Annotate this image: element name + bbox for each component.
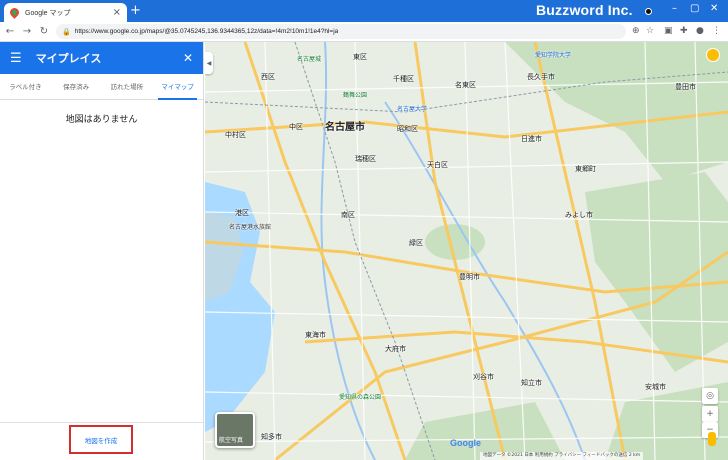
map-label-showa: 昭和区 [397,125,418,133]
map-label-chita: 知多市 [261,433,282,441]
map-label-higashi: 東区 [353,53,367,61]
reload-button[interactable]: ↻ [37,26,51,37]
extension-icon[interactable]: ▣ [664,26,673,36]
new-tab-button[interactable]: + [130,4,141,18]
map-label-anjo: 安城市 [645,383,666,391]
map-label-tenpaku: 天白区 [427,161,448,169]
map-label-aichi-univ: 愛知学院大学 [535,52,572,59]
empty-maps-message: 地図はありません [65,115,138,125]
map-label-nagoya: 名古屋市 [325,122,365,133]
panel-title: マイプレイス [35,52,102,65]
profile-dot-icon [645,8,652,15]
map-label-midori: 緑区 [409,239,423,247]
forward-button[interactable]: → [20,26,34,37]
map-label-toyota: 豊田市 [675,83,696,91]
tab-title: Google マップ [25,9,71,17]
aerial-view-label: 航空写真 [219,437,244,444]
tab-my-maps[interactable]: マイマップ [152,74,203,100]
panel-tabs: ラベル付き 保存済み 訪れた場所 マイマップ [0,74,203,100]
map-label-kyoritsu: 愛知県の森公園 [339,394,382,401]
tab-visited[interactable]: 訪れた場所 [102,74,153,99]
browser-titlebar: Google マップ × + Buzzword Inc. – ▢ ✕ [0,0,728,22]
hamburger-menu-icon[interactable]: ☰ [10,51,22,66]
browser-tab[interactable]: Google マップ × [4,3,127,22]
browser-menu-icon[interactable]: ⋮ [712,26,721,36]
map-label-nissin: 日進市 [521,135,542,143]
browser-toolbar: ← → ↻ 🔒 https://www.google.co.jp/maps/@3… [0,22,728,42]
map-canvas[interactable]: ◀ 名古屋市 名古屋城 鶴舞公園 東区 千種区 名東区 西区 中村区 中区 昭和… [205,42,728,460]
map-label-chikusa: 千種区 [393,75,414,83]
map-label-tokai: 東海市 [305,331,326,339]
map-label-nishi: 西区 [261,73,275,81]
maximize-button[interactable]: ▢ [690,3,699,14]
map-label-toyoake: 豊明市 [459,273,480,281]
map-label-nagoya-univ: 名古屋大学 [397,106,428,113]
map-label-chiryu: 知立市 [521,379,542,387]
map-label-tsurumai: 鶴舞公園 [343,92,368,99]
tab-close-icon[interactable]: × [113,7,121,18]
map-label-obu: 大府市 [385,345,406,353]
lock-icon: 🔒 [62,27,71,36]
map-graphics [205,42,728,460]
map-label-meito: 名東区 [455,81,476,89]
map-label-aquarium: 名古屋港水族館 [229,224,272,231]
map-label-mizuho: 瑞穂区 [355,155,376,163]
tab-labeled[interactable]: ラベル付き [0,74,51,99]
zoom-in-button[interactable]: + [702,406,718,422]
share-icon[interactable]: ⊕ [632,26,640,36]
map-label-nakamura: 中村区 [225,131,246,139]
google-logo: Google [450,438,481,448]
create-map-button[interactable]: 地図を作成 [69,425,133,454]
tab-saved[interactable]: 保存済み [51,74,102,99]
aerial-view-toggle[interactable]: 航空写真 [215,412,255,448]
map-label-naka: 中区 [289,123,303,131]
map-label-togo: 東郷町 [575,165,596,173]
map-label-miyoshi: みよし市 [565,211,593,219]
collapse-panel-button[interactable]: ◀ [205,52,213,74]
map-label-kariya: 刈谷市 [473,373,494,381]
map-label-minato: 港区 [235,209,249,217]
profile-icon[interactable]: ● [696,26,704,36]
address-bar[interactable]: 🔒 https://www.google.co.jp/maps/@35.0745… [56,24,626,39]
minimize-button[interactable]: – [672,3,677,14]
url-text: https://www.google.co.jp/maps/@35.074524… [74,28,339,35]
my-location-button[interactable]: ◎ [702,388,718,404]
back-button[interactable]: ← [3,26,17,37]
my-places-panel: ☰ マイプレイス ✕ ラベル付き 保存済み 訪れた場所 マイマップ 地図はありま… [0,42,204,460]
google-maps-favicon-icon [8,6,21,19]
map-label-nagakute: 長久手市 [527,73,555,81]
map-label-nagoya-castle: 名古屋城 [297,56,322,63]
panel-close-icon[interactable]: ✕ [183,51,193,65]
panel-header: ☰ マイプレイス ✕ [0,42,203,74]
map-attribution[interactable]: 地図データ ©2021 日本 利用規約 プライバシー フィードバックの送信 2 … [480,452,644,460]
map-label-minami: 南区 [341,211,355,219]
bookmark-star-icon[interactable]: ☆ [646,26,654,36]
puzzle-icon[interactable]: ✚ [680,26,688,36]
brand-watermark: Buzzword Inc. [536,2,633,18]
window-close-button[interactable]: ✕ [710,3,718,14]
account-avatar[interactable] [706,48,720,62]
street-view-pegman-icon[interactable] [708,432,716,446]
panel-footer: 地図を作成 [0,422,203,460]
